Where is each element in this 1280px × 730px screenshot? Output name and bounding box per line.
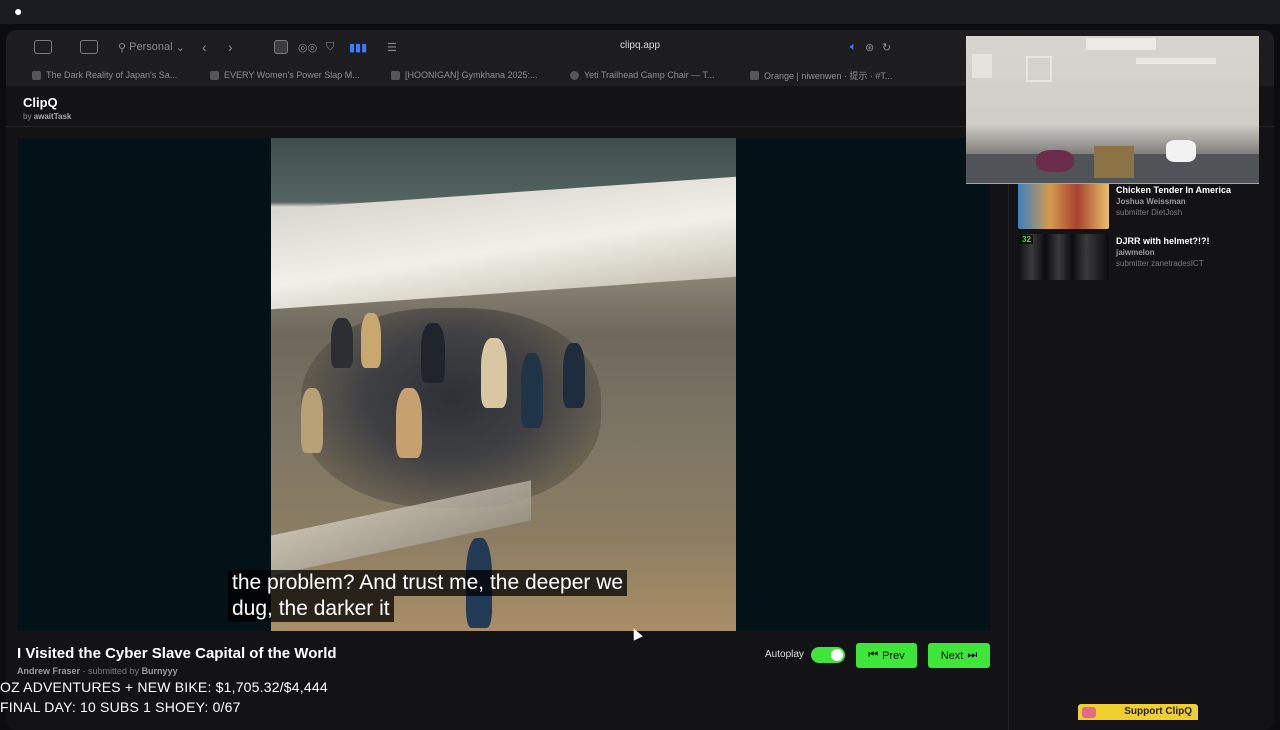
tab-2[interactable]: EVERY Women's Power Slap M... (210, 67, 374, 83)
video-scene-figure (521, 353, 543, 428)
speaker-icon[interactable]: 🔈︎ (850, 39, 857, 55)
app-byline: by awaitTask (23, 112, 71, 121)
heart-cup-icon (1082, 707, 1096, 718)
related-submitter: submitter DietJosh (1116, 208, 1183, 217)
video-channel[interactable]: Andrew Fraser (17, 666, 80, 676)
webcam-overlay (966, 36, 1259, 184)
tab-label: EVERY Women's Power Slap M... (224, 70, 360, 80)
webcam-bag (1094, 146, 1134, 178)
meta-separator: - submitted by (80, 666, 142, 676)
video-scene-figure (301, 388, 323, 453)
tab-3[interactable]: [HOONIGAN] Gymkhana 2025:... (391, 67, 551, 83)
next-button[interactable]: Next ⏭ (928, 643, 990, 668)
support-button[interactable]: Support ClipQ (1078, 704, 1198, 720)
url-text: clipq.app (619, 40, 661, 51)
video-scene-figure (563, 343, 585, 408)
video-scene-figure (331, 318, 353, 368)
subtitle-line-2: dug, the darker it (228, 596, 394, 622)
prev-label: Prev (882, 649, 905, 662)
youtube-favicon-icon (210, 70, 219, 80)
youtube-favicon-icon (32, 70, 41, 80)
skip-back-icon: ⏮ (868, 649, 879, 661)
subtitles: the problem? And trust me, the deeper we… (228, 570, 698, 622)
related-item[interactable]: 32 DJRR with helmet?!?! jaiwmelon submit… (1018, 234, 1268, 280)
app-logo[interactable]: ClipQ (23, 95, 58, 110)
tab-1[interactable]: The Dark Reality of Japan's Sa... (32, 67, 192, 83)
autoplay-toggle[interactable] (811, 647, 845, 663)
byline-author: awaitTask (33, 112, 72, 121)
stream-goal-line-1: OZ ADVENTURES + NEW BIKE: $1,705.32/$4,4… (0, 679, 328, 695)
related-badge: 32 (1020, 235, 1033, 244)
related-thumbnail[interactable] (1018, 183, 1109, 229)
apple-logo-icon[interactable]: ● (14, 3, 22, 19)
video-submitter[interactable]: Burnyyy (142, 666, 178, 676)
related-title[interactable]: Chicken Tender In America (1116, 185, 1231, 195)
video-scene-figure (481, 338, 507, 408)
webcam-pillow (1166, 140, 1196, 162)
skip-forward-icon: ⏭ (967, 649, 978, 661)
tab-5[interactable]: Orange | niwenwen · 提示 · #T... (750, 67, 910, 83)
video-scene-figure (361, 313, 381, 368)
video-meta: Andrew Fraser - submitted by Burnyyy (17, 666, 178, 676)
video-player[interactable]: the problem? And trust me, the deeper we… (18, 138, 990, 641)
related-channel: Joshua Weissman (1116, 197, 1186, 206)
byline-prefix: by (23, 112, 32, 121)
tab-label: Yeti Trailhead Camp Chair — T... (584, 70, 715, 80)
autoplay-label: Autoplay (765, 649, 804, 660)
tab-label: The Dark Reality of Japan's Sa... (46, 70, 178, 80)
translate-icon[interactable]: ⊛ (865, 39, 874, 55)
tab-label: Orange | niwenwen · 提示 · #T... (764, 70, 893, 81)
related-channel: jaiwmelon (1116, 248, 1155, 257)
globe-favicon-icon (570, 70, 579, 80)
subtitle-line-1: the problem? And trust me, the deeper we (228, 570, 628, 596)
youtube-favicon-icon (750, 70, 759, 80)
video-frame[interactable] (271, 138, 736, 631)
related-item[interactable]: Chicken Tender In America Joshua Weissma… (1018, 183, 1268, 229)
prev-button[interactable]: ⏮ Prev (856, 643, 917, 668)
tab-4[interactable]: Yeti Trailhead Camp Chair — T... (570, 67, 730, 83)
toggle-knob (831, 649, 843, 661)
related-thumbnail[interactable]: 32 (1018, 234, 1109, 280)
webcam-shelf (1136, 58, 1216, 64)
webcam-wall-box (1026, 56, 1052, 82)
webcam-air-conditioner (1086, 38, 1156, 50)
reload-icon[interactable]: ↻ (882, 39, 891, 55)
tab-label: [HOONIGAN] Gymkhana 2025:... (405, 70, 538, 80)
video-scene-wall (271, 176, 736, 310)
webcam-wall-box (972, 54, 992, 78)
macos-menubar: ● (0, 0, 1280, 24)
support-label: Support ClipQ (1124, 706, 1192, 717)
video-scene-figure (421, 323, 445, 383)
video-title: I Visited the Cyber Slave Capital of the… (17, 645, 337, 662)
webcam-cloth (1036, 150, 1074, 172)
related-submitter: submitter zanetradesICT (1116, 259, 1204, 268)
next-label: Next (940, 649, 964, 662)
video-scene-figure (396, 388, 422, 458)
youtube-favicon-icon (391, 70, 400, 80)
stream-goal-line-2: FINAL DAY: 10 SUBS 1 SHOEY: 0/67 (0, 699, 241, 715)
related-title[interactable]: DJRR with helmet?!?! (1116, 236, 1210, 246)
